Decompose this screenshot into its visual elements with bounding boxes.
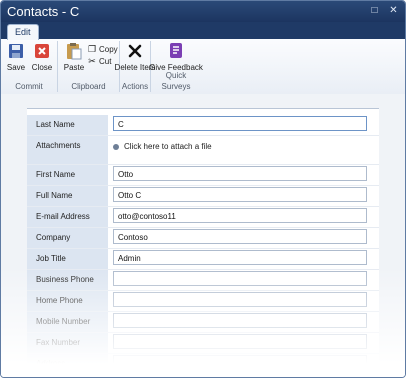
ribbon-tabstrip: Edit: [1, 22, 405, 40]
close-icon[interactable]: ✕: [388, 5, 399, 16]
cut-button[interactable]: ✂ Cut: [87, 55, 118, 67]
business-phone-input[interactable]: [113, 271, 367, 286]
job-title-input[interactable]: Admin: [113, 250, 367, 265]
email-input[interactable]: otto@contoso11: [113, 208, 367, 223]
group-label-commit: Commit: [15, 82, 43, 91]
group-commit: Save Close Commit: [1, 41, 58, 92]
group-actions: Delete Item Actions: [115, 41, 155, 92]
row-company: Company Contoso: [27, 228, 379, 249]
group-label-quick-surveys: Quick Surveys: [161, 71, 191, 91]
mobile-number-input[interactable]: [113, 313, 367, 328]
last-name-input[interactable]: C: [113, 116, 367, 131]
row-job-title: Job Title Admin: [27, 249, 379, 270]
group-clipboard: Paste ❐ Copy ✂ Cut Clipboard: [58, 41, 120, 92]
copy-button[interactable]: ❐ Copy: [87, 43, 118, 55]
row-address: Address: [27, 354, 379, 375]
row-last-name: Last Name C: [27, 115, 379, 136]
feedback-icon: [167, 42, 185, 60]
attach-file-link[interactable]: Click here to attach a file: [113, 141, 212, 153]
row-mobile-number: Mobile Number: [27, 312, 379, 333]
row-full-name: Full Name Otto C: [27, 186, 379, 207]
contact-form: Last Name C Attachments Click here to at…: [27, 108, 379, 377]
fax-number-input[interactable]: [113, 334, 367, 349]
window-title: Contacts - C: [7, 4, 80, 19]
title-bar: Contacts - C □ ✕: [1, 1, 405, 22]
save-icon: [7, 42, 25, 60]
row-fax-number: Fax Number: [27, 333, 379, 354]
group-label-actions: Actions: [121, 82, 149, 91]
restore-icon[interactable]: □: [369, 5, 380, 16]
full-name-input[interactable]: Otto C: [113, 187, 367, 202]
cut-icon: ✂: [88, 55, 96, 66]
window-controls: □ ✕: [369, 5, 399, 16]
form-area: Last Name C Attachments Click here to at…: [1, 94, 405, 377]
delete-icon: [126, 42, 144, 60]
first-name-input[interactable]: Otto: [113, 166, 367, 181]
tab-edit[interactable]: Edit: [7, 24, 39, 40]
dialog-window: Contacts - C □ ✕ Edit Save Close Commit: [0, 0, 406, 378]
company-input[interactable]: Contoso: [113, 229, 367, 244]
row-first-name: First Name Otto: [27, 165, 379, 186]
row-home-phone: Home Phone: [27, 291, 379, 312]
close-form-icon: [33, 42, 51, 60]
address-input[interactable]: [113, 355, 367, 370]
ribbon: Save Close Commit Paste ❐ Copy ✂ Cut Cli…: [1, 39, 405, 95]
home-phone-input[interactable]: [113, 292, 367, 307]
paste-icon: [65, 42, 83, 60]
row-attachments: Attachments Click here to attach a file: [27, 136, 379, 165]
row-email: E-mail Address otto@contoso11: [27, 207, 379, 228]
attachment-bullet-icon: [113, 143, 119, 150]
copy-icon: ❐: [87, 43, 97, 54]
group-label-clipboard: Clipboard: [71, 82, 106, 91]
group-quick-surveys: Give Feedback Quick Surveys: [149, 41, 203, 92]
row-business-phone: Business Phone: [27, 270, 379, 291]
